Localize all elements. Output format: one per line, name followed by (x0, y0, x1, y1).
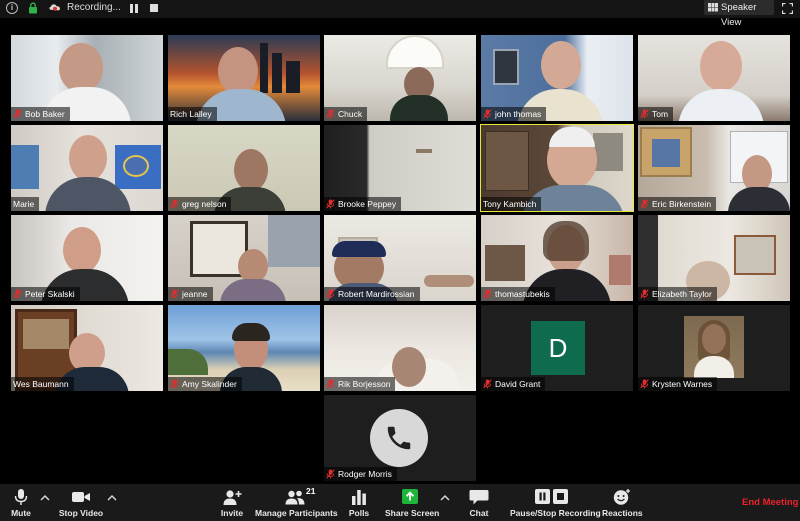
reactions-button[interactable]: Reactions (602, 484, 643, 521)
mic-off-icon (483, 289, 492, 299)
avatar (370, 409, 428, 467)
video-tile[interactable]: thomastubekis (481, 215, 633, 301)
microphone-icon (14, 489, 28, 505)
share-screen-icon (402, 489, 418, 504)
video-tile[interactable]: Rich Lalley (168, 35, 320, 121)
mic-off-icon (483, 379, 492, 389)
mic-off-icon (483, 109, 492, 119)
participants-icon (285, 490, 305, 505)
video-tile-camera-off[interactable]: Krysten Warnes (638, 305, 790, 391)
bar-chart-icon (352, 490, 366, 505)
video-tile[interactable]: Chuck (324, 35, 476, 121)
mic-off-icon (640, 289, 649, 299)
stop-recording-icon[interactable] (150, 4, 158, 12)
video-tile[interactable]: Brooke Peppey (324, 125, 476, 211)
recording-icon (49, 4, 60, 11)
video-tile[interactable]: Eric Birkenstein (638, 125, 790, 211)
participant-name: jeanne (168, 287, 213, 301)
mic-off-icon (640, 109, 649, 119)
mic-off-icon (326, 109, 335, 119)
participant-name: Robert Mardirossian (324, 287, 420, 301)
participant-name: john thomas (481, 107, 547, 121)
pause-recording-icon[interactable] (130, 4, 138, 13)
participant-name: Marie (11, 197, 40, 211)
avatar (684, 316, 744, 378)
participant-name: Brooke Peppey (324, 197, 402, 211)
speaker-view-button[interactable]: Speaker View (704, 0, 774, 28)
chevron-up-icon[interactable] (107, 494, 117, 502)
participant-name: Rodger Morris (324, 467, 397, 481)
stop-video-button[interactable]: Stop Video (58, 484, 104, 521)
mic-off-icon (170, 289, 179, 299)
mic-off-icon (13, 289, 22, 299)
chat-bubble-icon (469, 490, 489, 505)
fullscreen-icon[interactable] (782, 3, 793, 14)
video-tile[interactable]: Tom (638, 35, 790, 121)
video-tile[interactable]: Marie (11, 125, 163, 211)
participant-name: Rik Borjesson (324, 377, 396, 391)
participant-name: thomastubekis (481, 287, 555, 301)
mic-off-icon (170, 379, 179, 389)
mic-off-icon (326, 379, 335, 389)
participant-name: Bob Baker (11, 107, 70, 121)
chat-button[interactable]: Chat (466, 484, 492, 521)
meeting-top-bar: i Recording... Speaker View (0, 0, 800, 28)
participant-name: Tony Kambich (481, 197, 542, 211)
participant-name: Rich Lalley (168, 107, 217, 121)
video-tile[interactable]: jeanne (168, 215, 320, 301)
video-tile[interactable]: Robert Mardirossian (324, 215, 476, 301)
mic-off-icon (640, 379, 649, 389)
video-camera-icon (72, 492, 90, 502)
mic-off-icon (640, 199, 649, 209)
end-meeting-button[interactable]: End Meeting (742, 497, 798, 508)
pause-stop-icon (535, 489, 568, 504)
manage-participants-button[interactable]: Manage Participants (255, 484, 338, 521)
video-tile[interactable]: greg nelson (168, 125, 320, 211)
participant-name: Krysten Warnes (638, 377, 718, 391)
mic-off-icon (170, 199, 179, 209)
speaker-view-label: Speaker View (721, 2, 757, 28)
participant-name: Tom (638, 107, 674, 121)
invite-button[interactable]: Invite (218, 484, 246, 521)
grid-icon (708, 3, 718, 12)
mic-off-icon (326, 469, 335, 479)
mute-button[interactable]: Mute (6, 484, 36, 521)
chevron-up-icon[interactable] (440, 494, 450, 502)
avatar: D (531, 321, 585, 375)
video-tile[interactable]: john thomas (481, 35, 633, 121)
participant-name: Amy Skalinder (168, 377, 242, 391)
video-tile[interactable]: Bob Baker (11, 35, 163, 121)
video-tile[interactable]: Rik Borjesson (324, 305, 476, 391)
video-tile-phone[interactable]: Rodger Morris (324, 395, 476, 481)
participant-name: Wes Baumann (11, 377, 74, 391)
video-tile[interactable]: Peter Skalski (11, 215, 163, 301)
participant-name: Eric Birkenstein (638, 197, 717, 211)
lock-icon[interactable] (27, 2, 39, 14)
pause-stop-recording-button[interactable]: Pause/Stop Recording (510, 484, 601, 521)
meeting-controls-toolbar: Mute Stop Video Invite Manage Participan… (0, 484, 800, 521)
recording-status-text: Recording... (67, 2, 121, 13)
mic-off-icon (326, 199, 335, 209)
polls-button[interactable]: Polls (346, 484, 372, 521)
smiley-icon (613, 489, 630, 505)
video-tile-active-speaker[interactable]: Tony Kambich (480, 124, 634, 212)
phone-icon (387, 426, 411, 450)
participant-name: greg nelson (168, 197, 232, 211)
video-tile[interactable]: Amy Skalinder (168, 305, 320, 391)
participant-name: Peter Skalski (11, 287, 80, 301)
participant-name: Chuck (324, 107, 368, 121)
info-icon[interactable]: i (6, 2, 18, 14)
mic-off-icon (13, 109, 22, 119)
share-screen-button[interactable]: Share Screen (385, 484, 439, 521)
chevron-up-icon[interactable] (40, 494, 50, 502)
participant-count-badge: 21 (306, 486, 316, 496)
video-tile[interactable]: Wes Baumann (11, 305, 163, 391)
participant-name: Elizabeth Taylor (638, 287, 717, 301)
mic-off-icon (326, 289, 335, 299)
video-tile[interactable]: Elizabeth Taylor (638, 215, 790, 301)
add-user-icon (223, 490, 242, 505)
participant-name: David Grant (481, 377, 546, 391)
video-tile-camera-off[interactable]: D David Grant (481, 305, 633, 391)
